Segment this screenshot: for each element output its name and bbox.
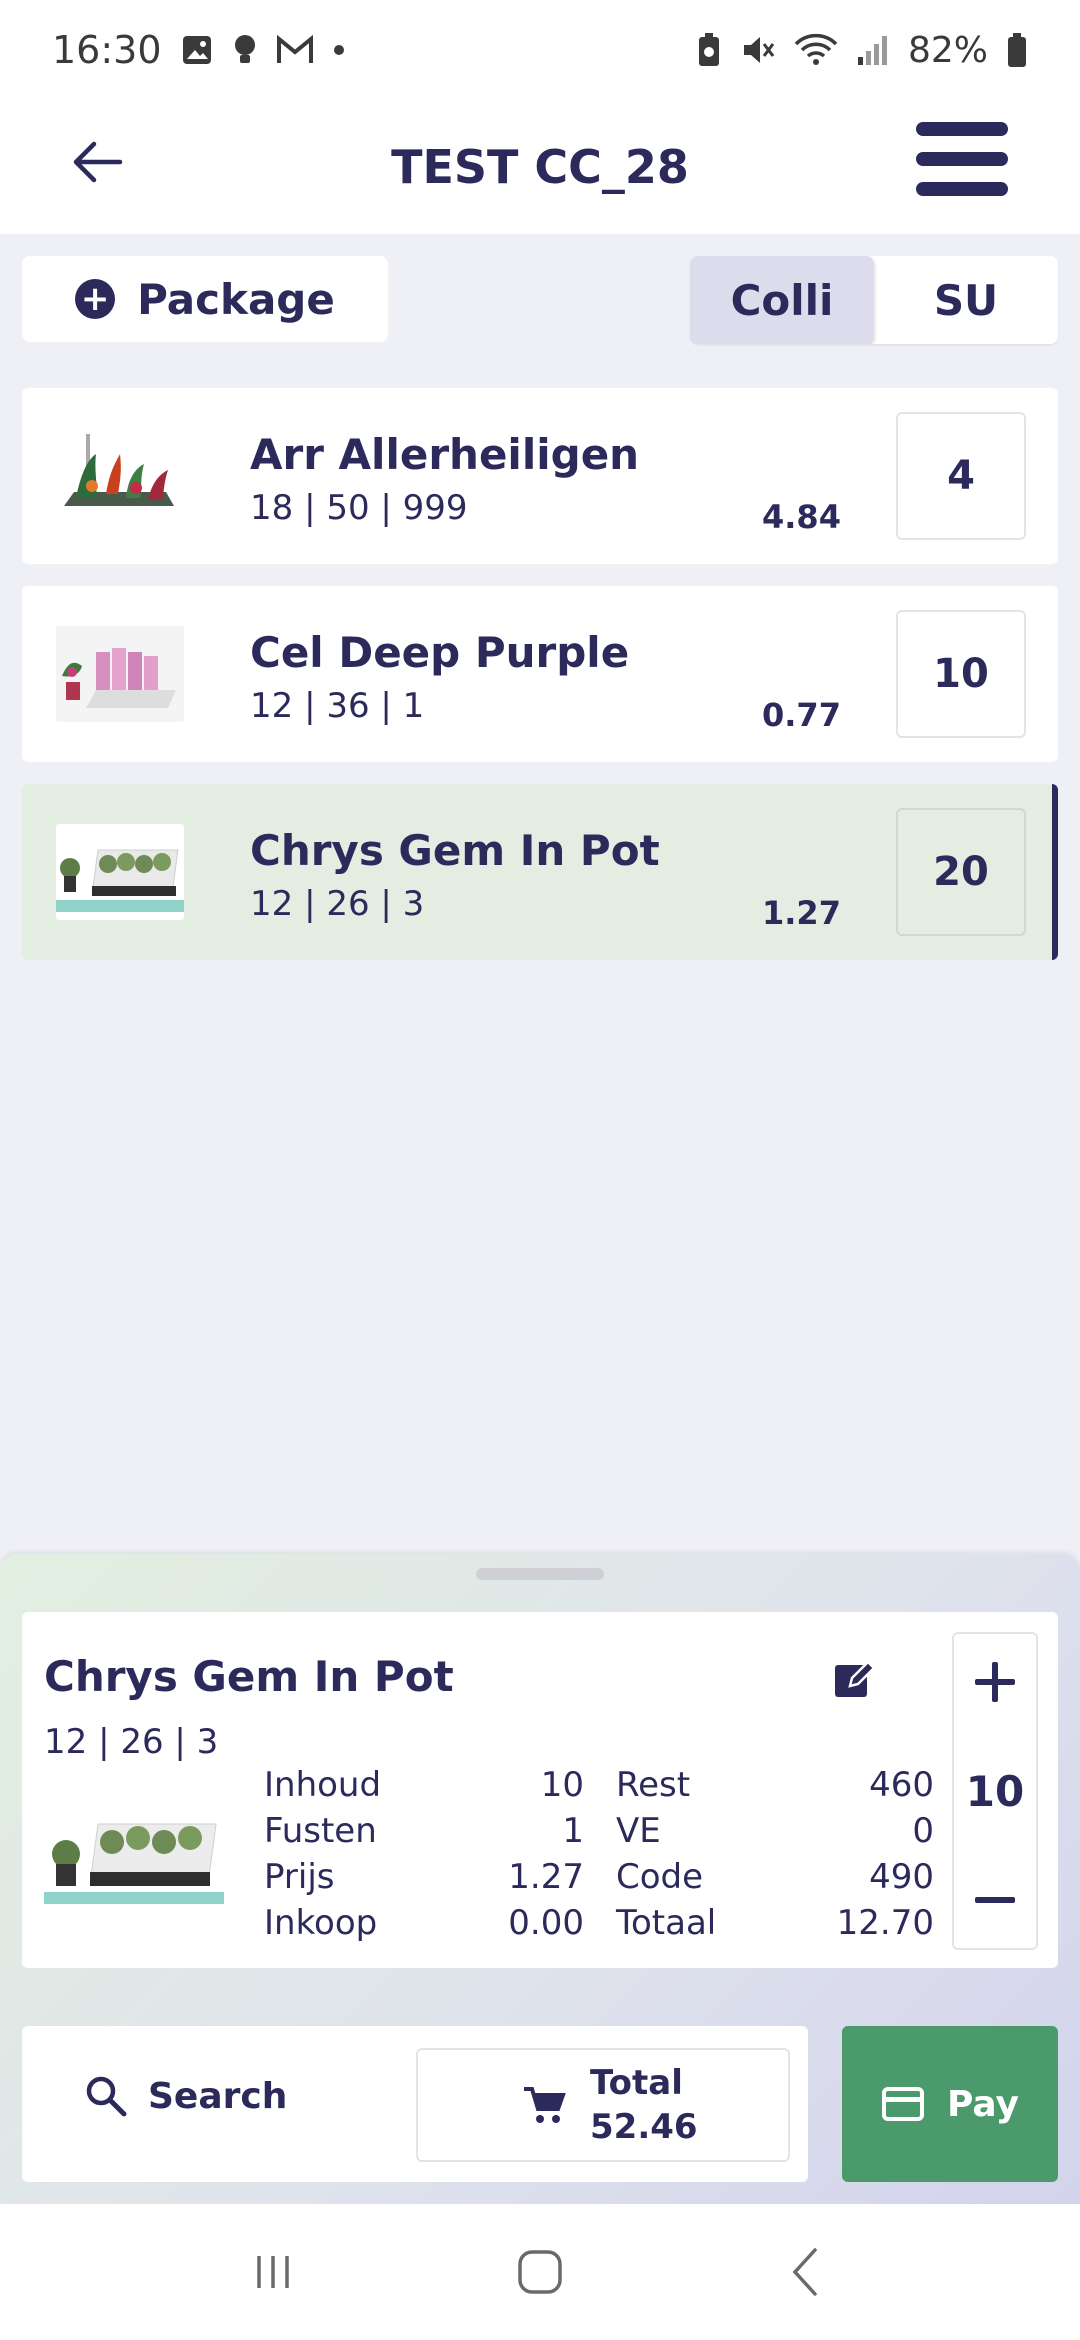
stat-value: 0 [912,1811,934,1851]
product-image [56,626,184,722]
battery-saver-icon [698,33,719,66]
bottom-sheet: Chrys Gem In Pot 12 | 26 | 3 Inhoud 10 R… [0,1554,1080,2204]
add-package-button[interactable]: + Package [22,256,388,342]
quantity-box[interactable]: 10 [896,610,1026,738]
image-icon [182,36,211,64]
stat-label: Code [616,1857,704,1897]
bulb-icon [234,35,255,63]
product-image [56,824,184,920]
product-sub: 12 | 36 | 1 [250,686,425,726]
credit-card-icon [881,2087,924,2121]
product-price: 1.27 [762,894,841,932]
product-name: Arr Allerheiligen [250,430,640,479]
product-price: 0.77 [762,696,841,734]
product-name: Chrys Gem In Pot [250,826,660,875]
product-price: 4.84 [762,498,841,536]
back-nav-icon[interactable] [777,2242,837,2302]
stat-value: 1 [562,1811,584,1851]
stat-value: 10 [540,1765,584,1805]
cart-icon [524,2087,566,2123]
detail-product-sub: 12 | 26 | 3 [44,1722,219,1762]
decrement-minus-icon[interactable] [971,1876,1019,1924]
app-header: TEST CC_28 [0,100,1080,234]
dot-icon [333,45,344,55]
page-title: TEST CC_28 [391,140,689,194]
stat-label: Fusten [264,1811,377,1851]
stat-row: Inkoop 0.00 Totaal 12.70 [264,1900,934,1946]
system-nav-bar [0,2204,1080,2340]
search-label: Search [148,2075,288,2117]
pay-button[interactable]: Pay [842,2026,1058,2182]
product-row[interactable]: Cel Deep Purple 12 | 36 | 1 0.77 10 [22,586,1058,762]
search-icon [86,2076,127,2117]
menu-bar [916,152,1008,166]
battery-icon [1008,33,1026,67]
menu-bar [916,122,1008,136]
detail-stats: Inhoud 10 Rest 460 Fusten 1 VE 0 Prijs 1… [264,1762,934,1946]
signal-icon [857,36,887,65]
stat-label: Totaal [616,1903,717,1943]
toggle-su[interactable]: SU [874,256,1058,344]
stat-label: Prijs [264,1857,335,1897]
wifi-icon [794,33,838,65]
product-name: Cel Deep Purple [250,628,630,677]
stat-value: 0.00 [508,1903,584,1943]
stat-value: 12.70 [836,1903,934,1943]
home-icon[interactable] [510,2242,570,2302]
back-arrow-icon[interactable] [66,130,130,194]
action-bar: Search Total 52.46 [22,2026,808,2182]
stat-value: 460 [869,1765,934,1805]
total-label: Total [590,2063,683,2103]
increment-plus-icon[interactable] [971,1658,1019,1706]
detail-product-image [44,1802,224,1910]
quantity-box[interactable]: 20 [896,808,1026,936]
battery-percent: 82% [907,29,988,71]
total-text: Total 52.46 [590,2061,698,2149]
product-sub: 12 | 26 | 3 [250,884,425,924]
stat-label: VE [616,1811,661,1851]
package-label: Package [137,274,335,324]
menu-bar [916,182,1008,196]
mute-icon [743,37,775,63]
unit-toggle: Colli SU [690,256,1058,344]
gmail-icon [276,35,313,63]
total-value: 52.46 [590,2107,698,2147]
cart-total-button[interactable]: Total 52.46 [416,2048,790,2162]
stat-label: Inkoop [264,1903,378,1943]
quantity-stepper: 10 [952,1632,1038,1950]
stat-row: Inhoud 10 Rest 460 [264,1762,934,1808]
pay-label: Pay [946,2083,1020,2125]
toggle-colli[interactable]: Colli [690,256,874,344]
product-image [56,428,184,524]
stat-row: Prijs 1.27 Code 490 [264,1854,934,1900]
status-time: 16:30 [52,28,162,72]
product-sub: 18 | 50 | 999 [250,488,468,528]
detail-product-name: Chrys Gem In Pot [44,1652,454,1701]
stepper-value: 10 [965,1766,1025,1816]
product-row-selected[interactable]: Chrys Gem In Pot 12 | 26 | 3 1.27 20 [22,784,1058,960]
stat-value: 1.27 [508,1857,584,1897]
stat-label: Rest [616,1765,691,1805]
menu-button[interactable] [916,122,1008,198]
sheet-grabber[interactable] [476,1568,604,1580]
stat-value: 490 [869,1857,934,1897]
search-button[interactable]: Search [84,2074,287,2118]
status-bar: 16:30 82% [0,0,1080,100]
edit-icon[interactable] [832,1658,876,1702]
plus-circle-icon: + [75,279,116,319]
stat-row: Fusten 1 VE 0 [264,1808,934,1854]
product-row[interactable]: Arr Allerheiligen 18 | 50 | 999 4.84 4 [22,388,1058,564]
recent-apps-icon[interactable] [243,2242,303,2302]
quantity-box[interactable]: 4 [896,412,1026,540]
product-detail-card: Chrys Gem In Pot 12 | 26 | 3 Inhoud 10 R… [22,1612,1058,1968]
stat-label: Inhoud [264,1765,382,1805]
